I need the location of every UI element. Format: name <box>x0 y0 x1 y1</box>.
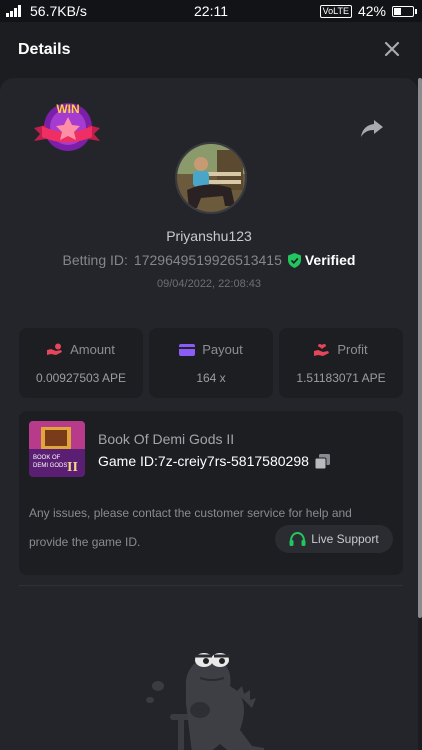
hand-coins-icon <box>47 343 63 355</box>
thumb-caption-2: DEMI GODS <box>33 463 67 469</box>
volte-badge: VoLTE <box>319 4 352 18</box>
wallet-icon <box>179 344 196 356</box>
thumb-caption-1: BOOK OF <box>33 455 61 461</box>
issues-text-2: provide the game ID. <box>29 535 141 549</box>
stat-payout: Payout 164 x <box>149 328 273 398</box>
copy-icon[interactable] <box>314 453 330 469</box>
game-id-row: Game ID:7z-creiy7rs-5817580298 <box>98 453 330 469</box>
header: Details <box>0 22 422 78</box>
game-card: BOOK OF DEMI GODS II Book Of Demi Gods I… <box>19 411 403 575</box>
win-badge: WIN <box>34 102 100 151</box>
page-title: Details <box>18 41 71 58</box>
stat-profit-value: 1.51183071 APE <box>296 371 386 385</box>
status-right: VoLTE 42% <box>319 3 417 19</box>
thumb-caption-3: II <box>67 460 78 475</box>
game-id-label: Game ID: <box>98 453 158 469</box>
close-icon[interactable] <box>382 39 402 59</box>
bet-date: 09/04/2022, 22:08:43 <box>157 278 261 290</box>
headset-icon <box>289 531 306 546</box>
betting-id-value: 1729649519926513415 <box>133 252 282 268</box>
stats-row: Amount 0.00927503 APE Payout 164 x Profi… <box>19 328 403 398</box>
scrollbar[interactable] <box>418 78 422 618</box>
stat-payout-label: Payout <box>202 342 243 357</box>
avatar-photo <box>177 144 245 212</box>
stat-amount-value: 0.00927503 APE <box>35 371 127 385</box>
game-thumbnail-art: BOOK OF DEMI GODS II <box>29 421 85 477</box>
live-support-label: Live Support <box>311 532 379 546</box>
status-bar: 56.7KB/s 22:11 VoLTE 42% <box>0 0 422 22</box>
battery-percent: 42% <box>357 3 386 19</box>
verified-label: Verified <box>304 252 356 268</box>
alligator-mascot-icon <box>146 653 264 750</box>
share-icon[interactable] <box>360 118 384 138</box>
battery-icon <box>392 5 417 17</box>
verified-badge: Verified <box>287 252 356 268</box>
username: Priyanshu123 <box>166 228 252 244</box>
game-thumbnail[interactable]: BOOK OF DEMI GODS II <box>29 421 85 477</box>
live-support-button[interactable]: Live Support <box>275 525 393 553</box>
stat-amount-label: Amount <box>70 342 115 357</box>
stat-payout-value: 164 x <box>196 371 226 385</box>
issues-text-1: Any issues, please contact the customer … <box>29 506 352 520</box>
win-badge-text: WIN <box>56 102 79 116</box>
game-id-value: 7z-creiy7rs-5817580298 <box>157 453 309 469</box>
avatar <box>175 142 247 214</box>
stat-amount: Amount 0.00927503 APE <box>19 328 143 398</box>
details-panel: WIN Priyanshu123 Betting ID: 17296495199… <box>0 78 418 750</box>
divider <box>19 585 403 586</box>
hand-heart-icon <box>314 343 330 356</box>
stat-profit: Profit 1.51183071 APE <box>279 328 403 398</box>
game-name[interactable]: Book Of Demi Gods II <box>98 431 234 447</box>
betting-id-row: Betting ID: 1729649519926513415 Verified <box>0 252 418 268</box>
betting-id-label: Betting ID: <box>62 252 128 268</box>
stat-profit-label: Profit <box>337 342 368 357</box>
shield-check-icon <box>287 252 301 268</box>
